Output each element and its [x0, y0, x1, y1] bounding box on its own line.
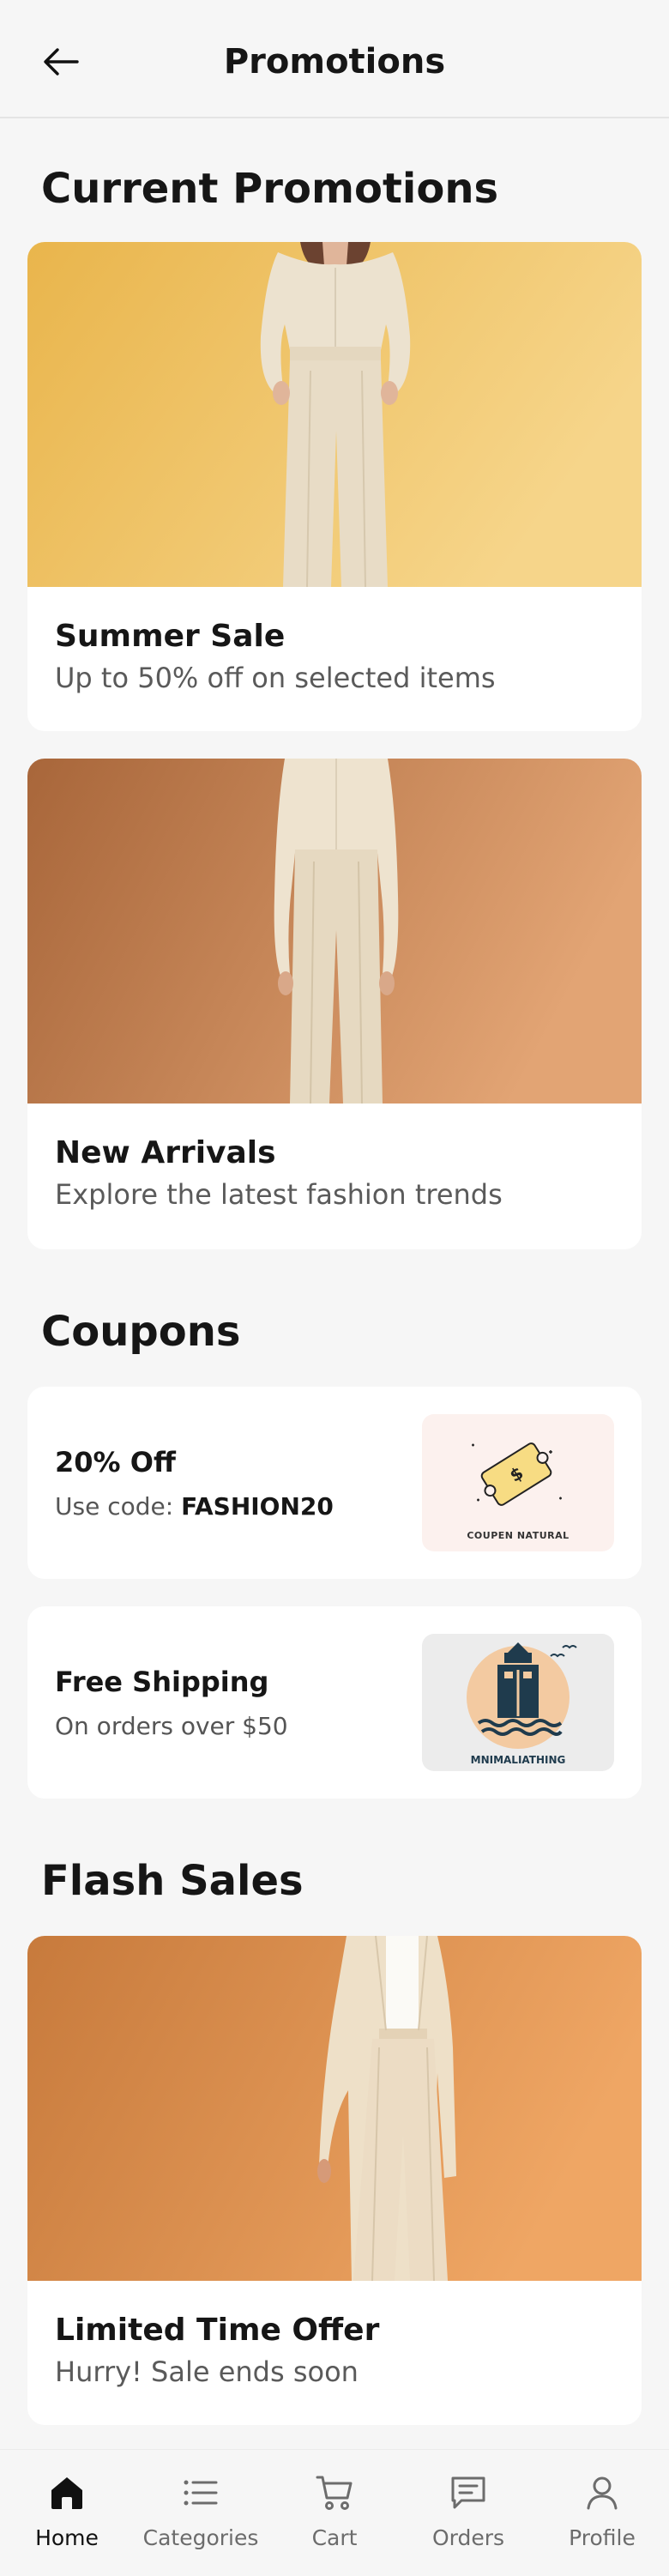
nav-item-categories[interactable]: Categories [136, 2450, 265, 2576]
cart-icon [314, 2472, 355, 2513]
promo-card-new-arrivals[interactable]: New Arrivals Explore the latest fashion … [27, 759, 642, 1249]
nav-item-cart[interactable]: Cart [270, 2450, 399, 2576]
coupon-title: 20% Off [55, 1446, 176, 1478]
nav-label: Home [35, 2525, 99, 2550]
flash-sale-title: Limited Time Offer [55, 2313, 380, 2348]
bottom-navigation: Home Categories Cart Orders Profile [0, 2449, 669, 2576]
coupon-subtitle: On orders over $50 [55, 1712, 288, 1740]
promo-subtitle: Up to 50% off on selected items [55, 662, 496, 694]
nav-label: Orders [431, 2525, 505, 2550]
coupon-card-free-shipping[interactable]: Free Shipping On orders over $50 MNIMALI… [27, 1606, 642, 1799]
coupon-thumbnail: $ COUPEN NATURAL [422, 1414, 614, 1551]
app-header: Promotions [0, 0, 669, 118]
coupon-thumb-caption: COUPEN NATURAL [467, 1530, 570, 1541]
promo-image-summer-sale [27, 242, 642, 587]
promo-title: Summer Sale [55, 619, 286, 654]
coupon-title: Free Shipping [55, 1666, 269, 1698]
nav-item-home[interactable]: Home [3, 2450, 131, 2576]
nav-label: Profile [569, 2525, 636, 2550]
promo-image-new-arrivals [27, 759, 642, 1104]
shipping-thumbnail: MNIMALIATHING [422, 1634, 614, 1771]
list-icon [180, 2472, 221, 2513]
flash-sale-image [27, 1936, 642, 2281]
nav-label: Categories [142, 2525, 259, 2550]
promo-card-summer-sale[interactable]: Summer Sale Up to 50% off on selected it… [27, 242, 642, 731]
promo-subtitle: Explore the latest fashion trends [55, 1178, 503, 1211]
coupon-card-20-off[interactable]: 20% Off Use code: FASHION20 $ COUPEN NAT… [27, 1387, 642, 1579]
orders-icon [448, 2472, 489, 2513]
flash-sale-card[interactable]: Limited Time Offer Hurry! Sale ends soon [27, 1936, 642, 2425]
section-title-coupons: Coupons [41, 1308, 241, 1356]
home-icon [46, 2472, 87, 2513]
promo-title: New Arrivals [55, 1135, 276, 1170]
section-title-flash-sales: Flash Sales [41, 1857, 304, 1905]
shipping-thumb-caption: MNIMALIATHING [470, 1754, 566, 1766]
coupon-code-line: Use code: FASHION20 [55, 1492, 334, 1521]
page-title: Promotions [223, 42, 446, 82]
profile-icon [582, 2472, 623, 2513]
nav-item-profile[interactable]: Profile [538, 2450, 666, 2576]
coupon-code: FASHION20 [181, 1492, 334, 1521]
nav-item-orders[interactable]: Orders [404, 2450, 533, 2576]
section-title-current-promotions: Current Promotions [41, 165, 499, 213]
flash-sale-subtitle: Hurry! Sale ends soon [55, 2355, 359, 2388]
nav-label: Cart [311, 2525, 358, 2550]
